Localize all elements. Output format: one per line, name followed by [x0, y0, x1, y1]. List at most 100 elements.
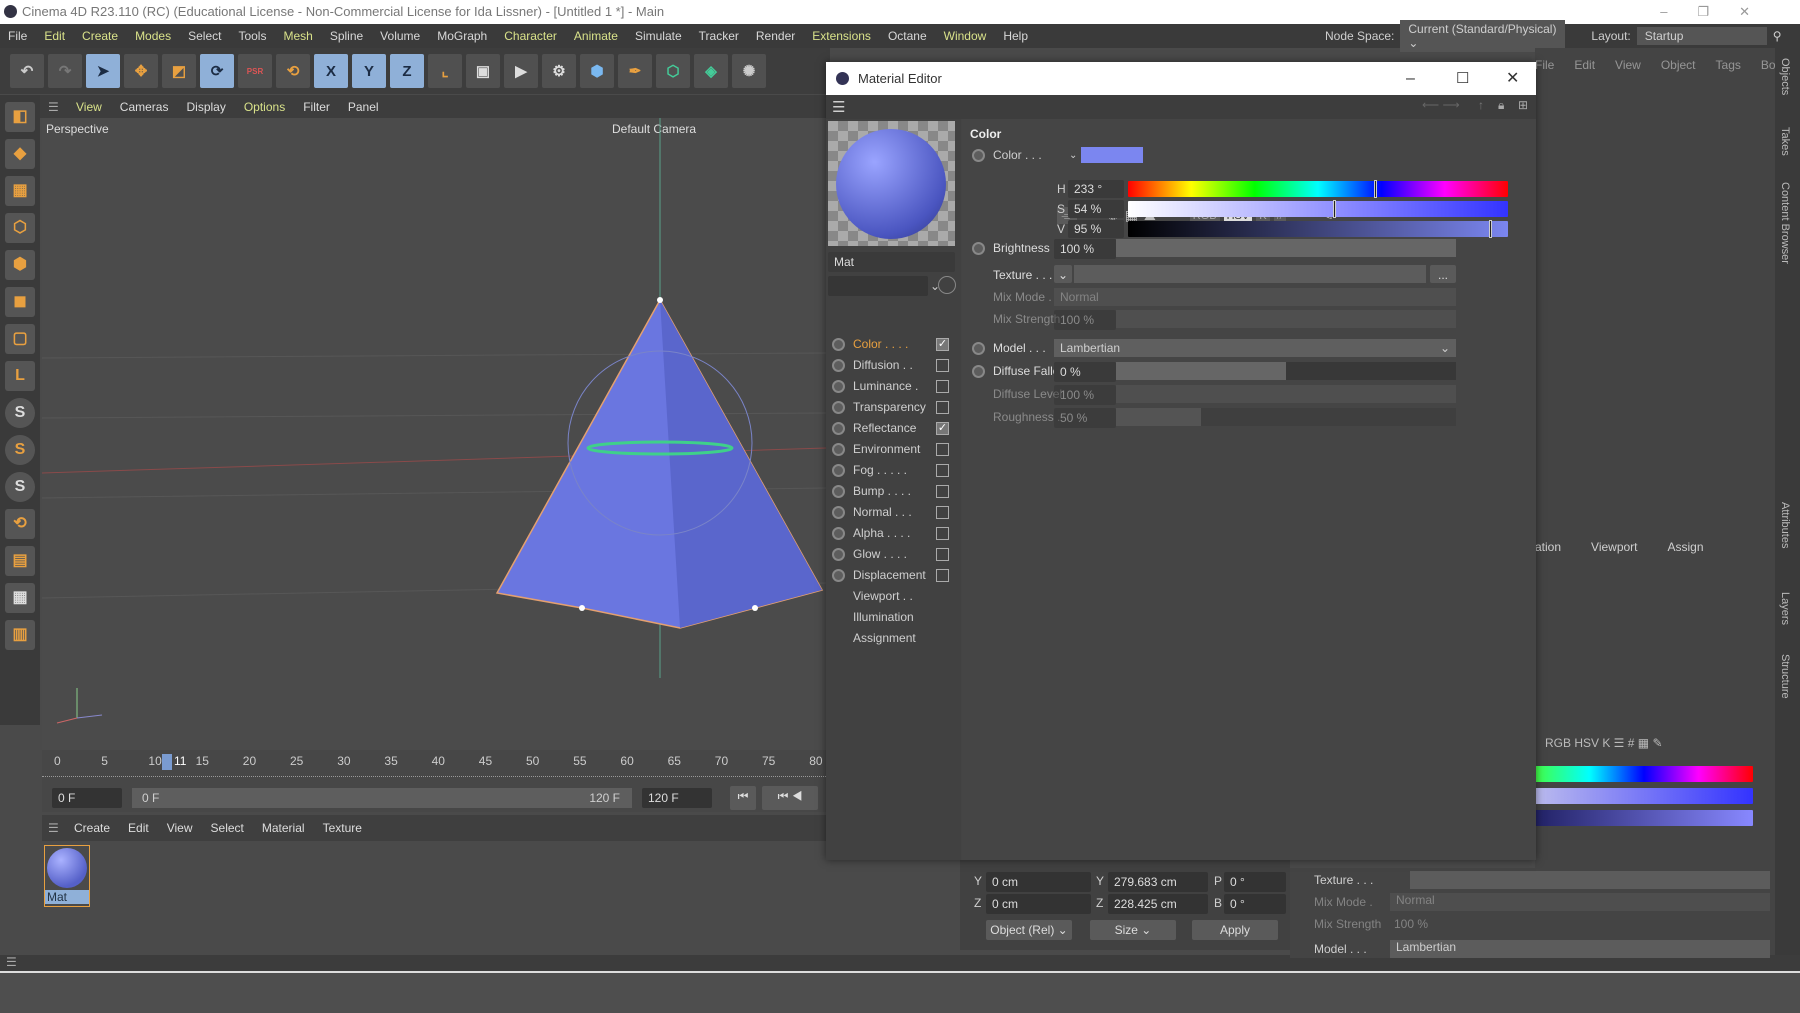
- go-to-start-icon[interactable]: ⏮: [730, 786, 756, 810]
- channel-item[interactable]: Environment: [832, 439, 957, 459]
- y-axis-lock-button[interactable]: Y: [352, 54, 386, 88]
- s-slider[interactable]: [1128, 200, 1508, 218]
- channel-item[interactable]: Diffusion . .: [832, 355, 957, 375]
- color-mode-icons[interactable]: RGB HSV K ☰ # ▦ ✎: [1545, 736, 1663, 750]
- undo-button[interactable]: ↶: [10, 54, 44, 88]
- make-editable-icon[interactable]: ◧: [5, 102, 35, 132]
- layout-dropdown[interactable]: Startup: [1636, 27, 1767, 45]
- channel-checkbox[interactable]: [936, 547, 949, 561]
- menu-volume[interactable]: Volume: [380, 29, 420, 43]
- channel-item[interactable]: Displacement: [832, 565, 957, 585]
- menu-file[interactable]: File: [8, 29, 27, 43]
- snap-settings-icon[interactable]: S: [5, 435, 35, 465]
- material-preview[interactable]: [828, 121, 955, 246]
- object-menu-file[interactable]: File: [1535, 58, 1554, 72]
- channel-toggle-icon[interactable]: [832, 337, 845, 351]
- menu-animate[interactable]: Animate: [574, 29, 618, 43]
- points-mode-icon[interactable]: ⬡: [5, 213, 35, 243]
- texture-mode-icon[interactable]: ▦: [5, 176, 35, 206]
- channel-item[interactable]: Glow . . . .: [832, 544, 957, 564]
- channel-item[interactable]: Alpha . . . .: [832, 523, 957, 543]
- brightness-field[interactable]: 100 %: [1054, 239, 1116, 259]
- viewport-menu-view[interactable]: View: [76, 100, 102, 114]
- diffuse-level-field[interactable]: 100 %: [1054, 385, 1116, 405]
- attribute-tab[interactable]: Assign: [1668, 540, 1704, 554]
- model-dropdown[interactable]: Lambertian ⌄: [1054, 339, 1456, 357]
- side-tab[interactable]: Layers: [1779, 592, 1791, 625]
- material-swatch[interactable]: Mat: [44, 845, 90, 907]
- roughness-slider[interactable]: [1116, 408, 1456, 426]
- object-menu-object[interactable]: Object: [1661, 58, 1696, 72]
- menu-create[interactable]: Create: [82, 29, 118, 43]
- material-menu-view[interactable]: View: [167, 821, 193, 835]
- material-menu-material[interactable]: Material: [262, 821, 305, 835]
- polygons-mode-icon[interactable]: ◼: [5, 287, 35, 317]
- h-slider[interactable]: [1128, 180, 1508, 198]
- channel-toggle-icon[interactable]: [832, 568, 845, 582]
- size-y-field[interactable]: 279.683 cm: [1108, 872, 1208, 892]
- model-mode-icon[interactable]: ◆: [5, 139, 35, 169]
- cloner-button[interactable]: ✺: [732, 54, 766, 88]
- window-controls[interactable]: –❐✕: [1660, 0, 1780, 24]
- size-z-field[interactable]: 228.425 cm: [1108, 894, 1208, 914]
- channel-toggle-icon[interactable]: [832, 379, 845, 393]
- recent-tool-button[interactable]: ⟲: [276, 54, 310, 88]
- menu-spline[interactable]: Spline: [330, 29, 363, 43]
- object-menu-view[interactable]: View: [1615, 58, 1641, 72]
- render-picture-viewer-button[interactable]: ▶: [504, 54, 538, 88]
- texture-field[interactable]: [1074, 265, 1426, 283]
- search-icon[interactable]: ⚲: [1773, 29, 1782, 43]
- side-tab[interactable]: Structure: [1779, 654, 1791, 699]
- channel-toggle-icon[interactable]: [832, 484, 845, 498]
- channel-toggle-icon[interactable]: [832, 547, 845, 561]
- material-menu-select[interactable]: Select: [211, 821, 244, 835]
- axis-icon[interactable]: L: [5, 361, 35, 391]
- diffuse-level-slider[interactable]: [1116, 385, 1456, 403]
- texture-browse-button[interactable]: ...: [1430, 265, 1456, 283]
- pen-tool-button[interactable]: ✒: [618, 54, 652, 88]
- menu-select[interactable]: Select: [188, 29, 221, 43]
- scale-tool-button[interactable]: ◩: [162, 54, 196, 88]
- channel-checkbox[interactable]: [936, 568, 949, 582]
- menu-modes[interactable]: Modes: [135, 29, 171, 43]
- menu-octane[interactable]: Octane: [888, 29, 927, 43]
- brightness-slider[interactable]: [1116, 239, 1456, 257]
- rotation-b-field[interactable]: 0 °: [1224, 894, 1286, 914]
- viewport-menu-filter[interactable]: Filter: [303, 100, 330, 114]
- mix-strength-slider[interactable]: [1116, 310, 1456, 328]
- menu-extensions[interactable]: Extensions: [812, 29, 871, 43]
- uv-mode-icon[interactable]: ▢: [5, 324, 35, 354]
- model-dropdown-behind[interactable]: Lambertian: [1390, 940, 1770, 958]
- v-field[interactable]: 95 %: [1068, 220, 1124, 238]
- channel-checkbox[interactable]: [936, 379, 949, 393]
- viewport-menu-options[interactable]: Options: [244, 100, 285, 114]
- tweak-icon[interactable]: ⟲: [5, 509, 35, 539]
- side-tab[interactable]: Takes: [1779, 127, 1791, 156]
- step-back-icon[interactable]: ⏮ ◀: [762, 786, 818, 810]
- editor-item[interactable]: Viewport . .: [853, 586, 978, 606]
- channel-toggle-icon[interactable]: [832, 526, 845, 540]
- hamburger-icon[interactable]: ☰: [832, 98, 845, 116]
- menu-tracker[interactable]: Tracker: [699, 29, 739, 43]
- back-forward-icon[interactable]: ⟵ ⟶: [1422, 98, 1460, 112]
- v-slider[interactable]: [1128, 220, 1508, 238]
- 3d-viewport[interactable]: Perspective Default Camera: [42, 118, 826, 750]
- quantize-icon[interactable]: S: [5, 472, 35, 502]
- channel-checkbox[interactable]: [936, 442, 949, 456]
- psr-button[interactable]: PSR: [238, 54, 272, 88]
- channel-toggle-icon[interactable]: [832, 442, 845, 456]
- channel-item[interactable]: Bump . . . .: [832, 481, 957, 501]
- channel-toggle-icon[interactable]: [832, 400, 845, 414]
- material-menu-edit[interactable]: Edit: [128, 821, 149, 835]
- editor-item[interactable]: Assignment: [853, 628, 978, 648]
- pick-icon[interactable]: [938, 276, 956, 294]
- menu-character[interactable]: Character: [504, 29, 557, 43]
- menu-mograph[interactable]: MoGraph: [437, 29, 487, 43]
- rotation-p-field[interactable]: 0 °: [1224, 872, 1286, 892]
- attribute-tab[interactable]: Viewport: [1591, 540, 1637, 554]
- material-name-field[interactable]: Mat: [828, 252, 955, 272]
- coordinate-mode-dropdown[interactable]: Object (Rel) ⌄: [986, 920, 1072, 940]
- menu-mesh[interactable]: Mesh: [283, 29, 312, 43]
- side-tab[interactable]: Attributes: [1779, 502, 1791, 548]
- menu-render[interactable]: Render: [756, 29, 795, 43]
